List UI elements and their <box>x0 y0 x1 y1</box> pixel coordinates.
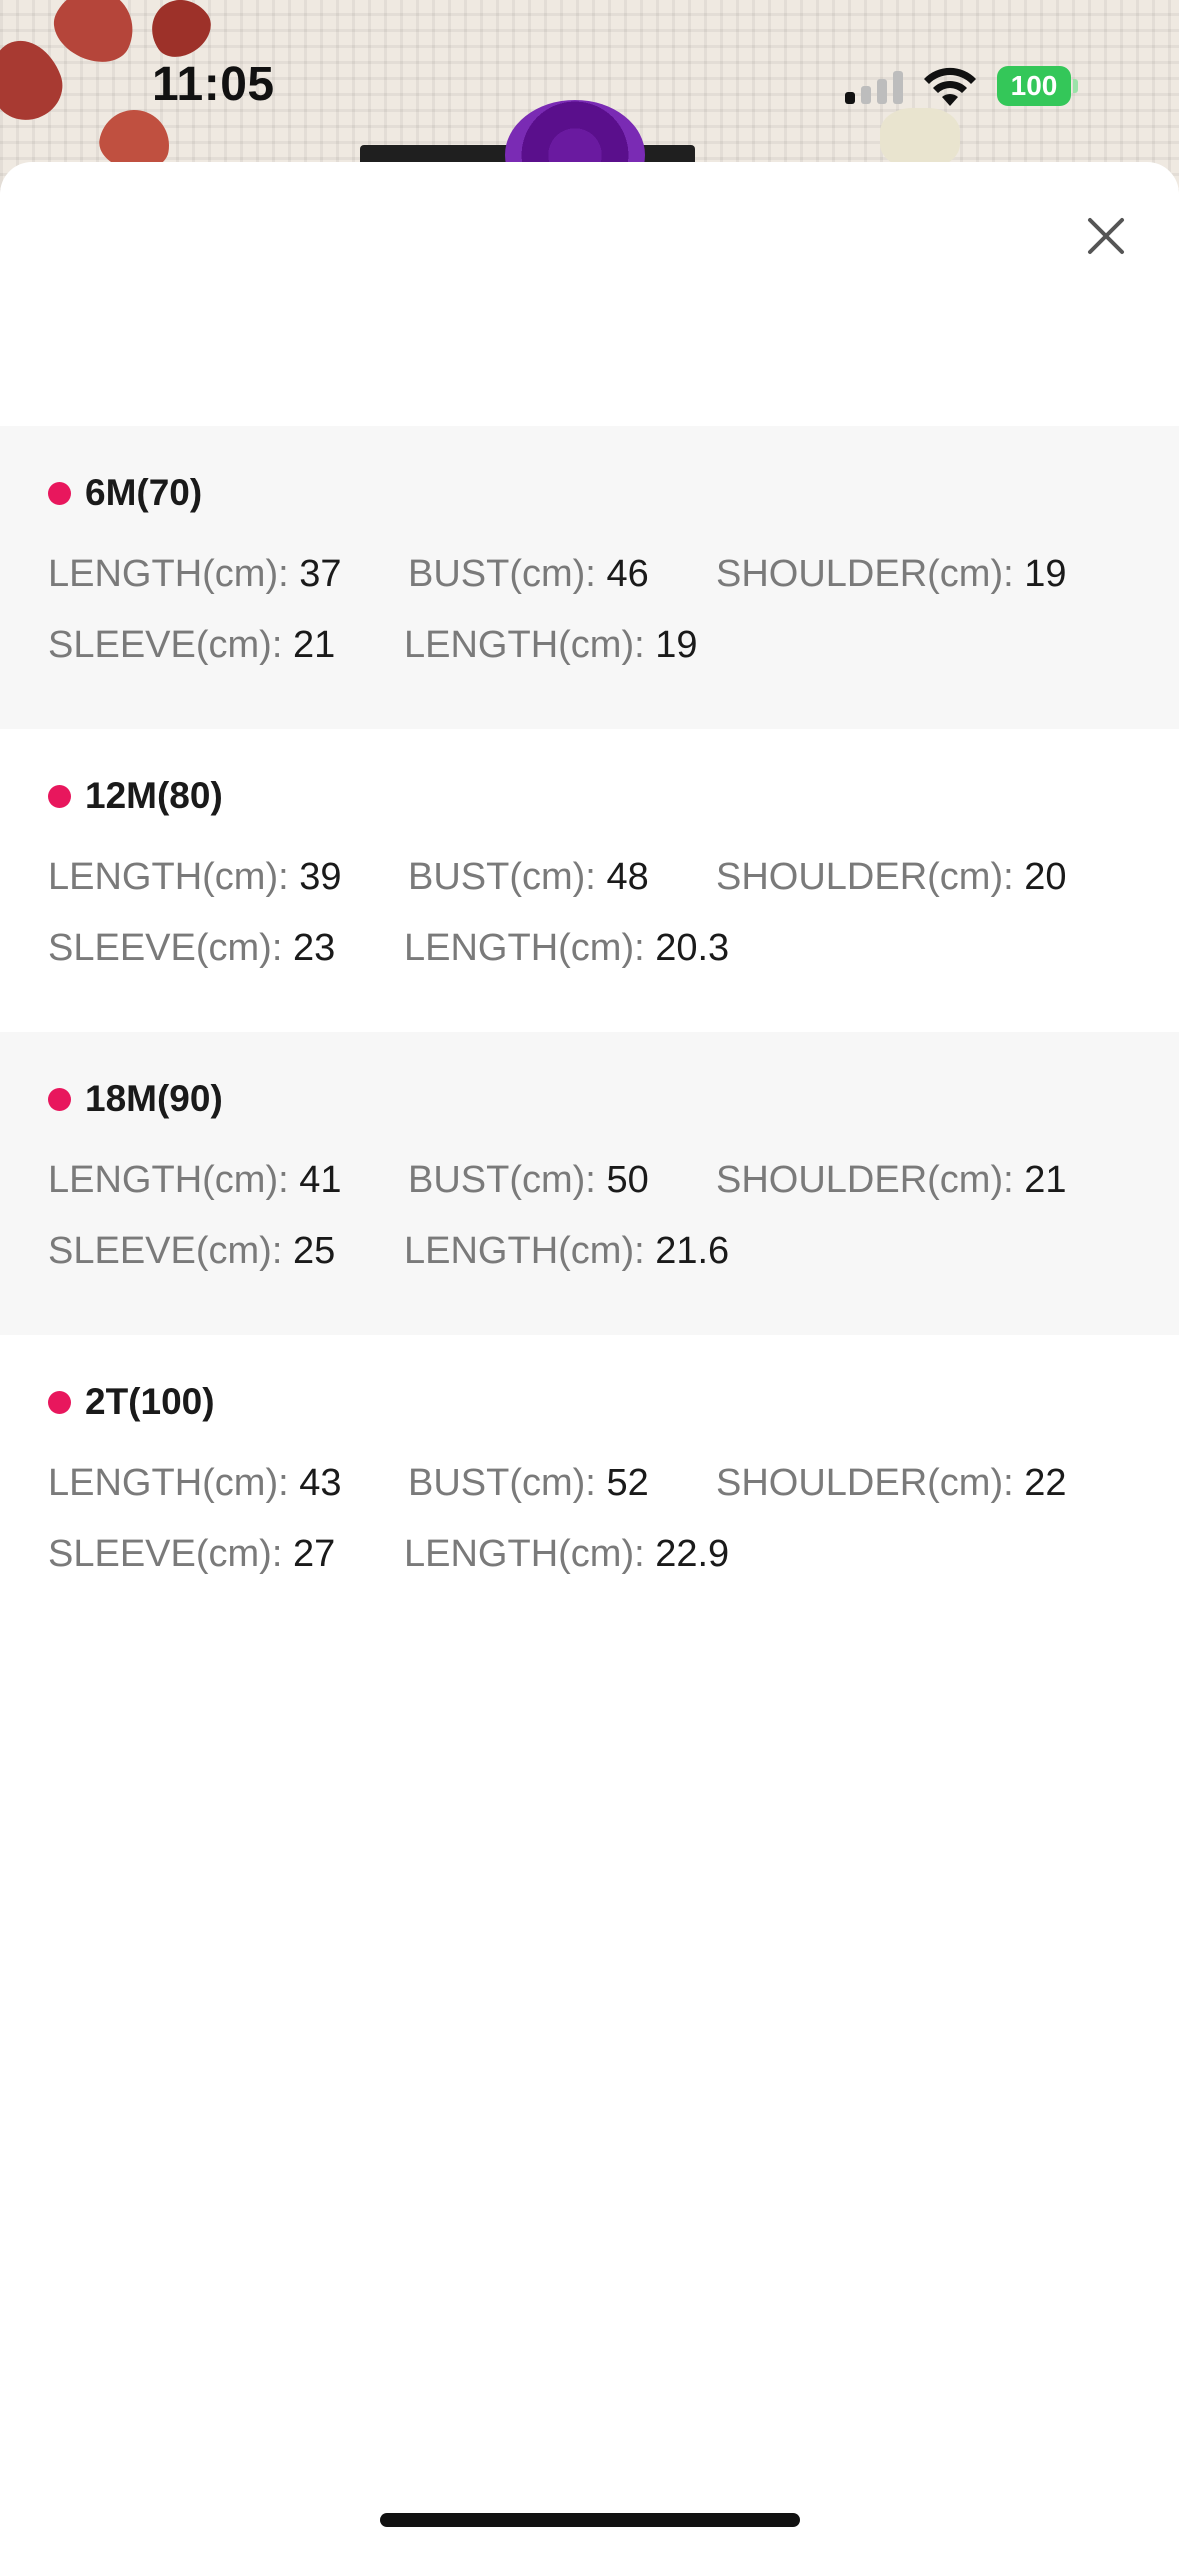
measurement: LENGTH(cm): 20.3 <box>404 927 730 969</box>
status-time: 11:05 <box>152 58 275 111</box>
measurement: SLEEVE(cm): 27 <box>48 1533 336 1575</box>
size-name: 6M(70) <box>85 472 203 513</box>
bullet-dot-icon <box>48 1087 71 1111</box>
measurement: BUST(cm): 46 <box>408 553 649 595</box>
close-icon[interactable] <box>1078 208 1134 264</box>
home-indicator[interactable] <box>380 2513 800 2527</box>
cellular-signal-icon <box>845 70 907 104</box>
bullet-dot-icon <box>48 1390 71 1414</box>
measurement: BUST(cm): 48 <box>408 856 649 898</box>
size-row-12m: 12M(80) LENGTH(cm): 39 BUST(cm): 48 SHOU… <box>0 729 1179 1032</box>
measurement: LENGTH(cm): 41 <box>48 1159 342 1201</box>
measurement: SHOULDER(cm): 21 <box>716 1159 1067 1201</box>
status-bar: 11:05 100 <box>0 0 1179 165</box>
size-row-6m: 6M(70) LENGTH(cm): 37 BUST(cm): 46 SHOUL… <box>0 426 1179 729</box>
battery-level: 100 <box>997 66 1071 106</box>
measurement: BUST(cm): 50 <box>408 1159 649 1201</box>
measurement: LENGTH(cm): 19 <box>404 624 698 666</box>
size-row-18m: 18M(90) LENGTH(cm): 41 BUST(cm): 50 SHOU… <box>0 1032 1179 1335</box>
size-header: 2T(100) <box>48 1377 215 1427</box>
measurement: LENGTH(cm): 21.6 <box>404 1230 730 1272</box>
measurement: SHOULDER(cm): 22 <box>716 1462 1067 1504</box>
size-name: 18M(90) <box>85 1078 223 1119</box>
size-row-2t: 2T(100) LENGTH(cm): 43 BUST(cm): 52 SHOU… <box>0 1335 1179 1638</box>
size-header: 12M(80) <box>48 771 223 821</box>
measurement: LENGTH(cm): 37 <box>48 553 342 595</box>
bullet-dot-icon <box>48 784 71 808</box>
size-name: 12M(80) <box>85 775 223 816</box>
measurement: SHOULDER(cm): 20 <box>716 856 1067 898</box>
measurement: SHOULDER(cm): 19 <box>716 553 1067 595</box>
bullet-dot-icon <box>48 481 71 505</box>
measurement: SLEEVE(cm): 25 <box>48 1230 336 1272</box>
size-header: 6M(70) <box>48 468 202 518</box>
measurement: BUST(cm): 52 <box>408 1462 649 1504</box>
measurement: SLEEVE(cm): 23 <box>48 927 336 969</box>
measurement: LENGTH(cm): 39 <box>48 856 342 898</box>
wifi-icon <box>924 67 976 106</box>
battery-icon: 100 <box>997 66 1078 106</box>
measurement: LENGTH(cm): 43 <box>48 1462 342 1504</box>
size-name: 2T(100) <box>85 1381 215 1422</box>
measurement: SLEEVE(cm): 21 <box>48 624 336 666</box>
size-header: 18M(90) <box>48 1074 223 1124</box>
measurement: LENGTH(cm): 22.9 <box>404 1533 730 1575</box>
